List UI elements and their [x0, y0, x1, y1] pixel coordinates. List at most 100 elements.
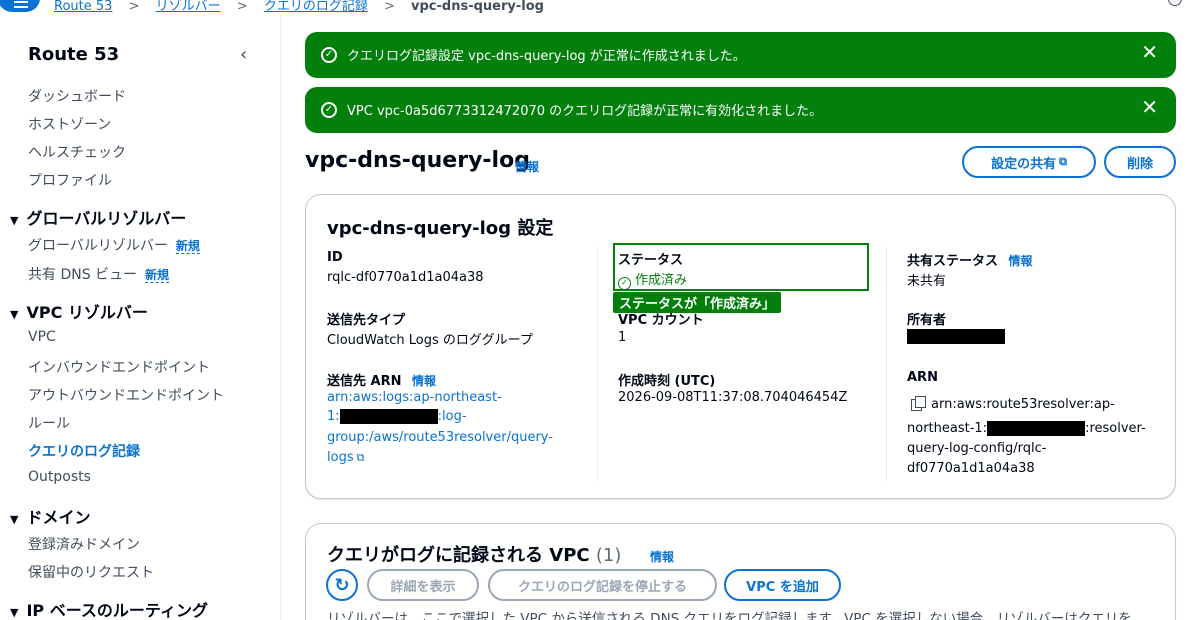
breadcrumb-resolver[interactable]: リゾルバー: [156, 0, 221, 14]
status-value: ✓ 作成済み: [618, 269, 687, 290]
info-icon[interactable]: [1168, 0, 1182, 6]
sidebar-item-outbound-endpoints[interactable]: アウトバウンドエンドポイント: [28, 385, 224, 405]
sidebar-section-ip-routing[interactable]: ▼ IP ベースのルーティング: [10, 597, 208, 620]
sidebar-item-global-resolver[interactable]: グローバルリゾルバー 新規: [28, 235, 200, 255]
info-link[interactable]: 情報: [1009, 254, 1033, 268]
sidebar-item-health-checks[interactable]: ヘルスチェック: [28, 142, 126, 162]
button-label: 設定の共有: [991, 156, 1057, 172]
column-divider: [597, 247, 598, 481]
breadcrumb-separator: >: [236, 0, 248, 14]
add-vpc-button[interactable]: VPC を追加: [724, 569, 841, 601]
arn-text: :log-: [437, 409, 467, 424]
delete-button[interactable]: 削除: [1104, 146, 1176, 178]
sidebar-item-label: グローバルリゾルバー: [28, 238, 168, 254]
id-value: rqlc-df0770a1d1a04a38: [327, 270, 484, 285]
close-icon[interactable]: ✕: [1141, 42, 1158, 62]
arn-text: northeast-1:: [907, 421, 988, 436]
sidebar-item-registered-domains[interactable]: 登録済みドメイン: [28, 534, 140, 554]
sidebar-item-inbound-endpoints[interactable]: インバウンドエンドポイント: [28, 357, 210, 377]
new-badge: 新規: [145, 268, 170, 283]
destination-arn-line1[interactable]: arn:aws:logs:ap-northeast-: [327, 390, 502, 405]
arn-text: logs: [327, 450, 354, 465]
destination-type-value: CloudWatch Logs のロググループ: [327, 333, 533, 348]
breadcrumb-query-logging[interactable]: クエリのログ記録: [264, 0, 368, 14]
sidebar-section-global-resolver[interactable]: ▼ グローバルリゾルバー: [10, 205, 186, 229]
info-link[interactable]: 情報: [515, 158, 539, 175]
created-time-label: 作成時刻 (UTC): [618, 374, 716, 389]
settings-card-title: vpc-dns-query-log 設定: [327, 218, 554, 239]
menu-icon[interactable]: [0, 0, 40, 12]
status-annotation-tag: ステータスが「作成済み」: [613, 292, 782, 313]
created-time-value: 2026-09-08T11:37:08.704046454Z: [618, 390, 848, 405]
sidebar-title: Route 53: [28, 44, 120, 65]
external-link-icon: ⧉: [1059, 155, 1067, 168]
external-link-icon: ⧉: [356, 451, 365, 464]
arn-text: :resolver-: [1085, 421, 1146, 436]
refresh-icon[interactable]: ↻: [326, 569, 358, 601]
label-text: 送信先 ARN: [327, 374, 402, 389]
check-circle-icon: ✓: [321, 47, 337, 63]
flash-message: クエリログ記録設定 vpc-dns-query-log が正常に作成されました。: [347, 49, 746, 64]
section-label: ドメイン: [26, 508, 91, 527]
sidebar-section-domains[interactable]: ▼ ドメイン: [10, 504, 90, 528]
info-link[interactable]: 情報: [412, 374, 436, 388]
share-config-button[interactable]: 設定の共有 ⧉: [962, 146, 1096, 178]
flash-message: VPC vpc-0a5d6773312472070 のクエリログ記録が正常に有効…: [347, 104, 823, 119]
status-label: ステータス: [618, 253, 684, 268]
info-link[interactable]: 情報: [650, 548, 674, 565]
arn-text: arn:aws:route53resolver:ap-: [931, 397, 1115, 412]
share-status-value: 未共有: [907, 274, 947, 289]
sidebar-item-profiles[interactable]: プロファイル: [28, 170, 112, 190]
vpc-section-description: リゾルバーは、ここで選択した VPC から送信される DNS クエリをログ記録し…: [327, 611, 1132, 620]
share-status-label: 共有ステータス 情報: [907, 250, 1033, 269]
breadcrumb-current: vpc-dns-query-log: [411, 0, 544, 14]
sidebar-item-query-logging[interactable]: クエリのログ記録: [28, 441, 140, 461]
destination-arn-line2[interactable]: 1::log-: [327, 409, 467, 424]
destination-type-label: 送信先タイプ: [327, 313, 406, 328]
section-label: VPC リゾルバー: [26, 303, 148, 322]
vpc-count: (1): [595, 545, 622, 566]
page-title: vpc-dns-query-log: [305, 148, 530, 173]
label-text: 共有ステータス: [907, 254, 999, 269]
top-navigation-bar: Route 53 > リゾルバー > クエリのログ記録 > vpc-dns-qu…: [0, 0, 1200, 14]
sidebar-item-vpc[interactable]: VPC: [28, 329, 56, 345]
breadcrumb-route53[interactable]: Route 53: [54, 0, 112, 14]
flash-success-config-created: ✓ クエリログ記録設定 vpc-dns-query-log が正常に作成されまし…: [305, 32, 1176, 78]
stop-query-logging-button[interactable]: クエリのログ記録を停止する: [488, 569, 717, 601]
check-circle-icon: ✓: [321, 102, 337, 118]
breadcrumb-separator: >: [128, 0, 140, 14]
arn-line2: northeast-1: :resolver-: [907, 421, 1146, 436]
title-text: クエリがログに記録される VPC: [327, 545, 590, 566]
sidebar-item-pending-requests[interactable]: 保留中のリクエスト: [28, 562, 154, 582]
vpc-count-value: 1: [618, 330, 627, 345]
sidebar-item-label: 共有 DNS ビュー: [28, 267, 138, 283]
breadcrumb: Route 53 > リゾルバー > クエリのログ記録 > vpc-dns-qu…: [54, 0, 544, 14]
arn-label: ARN: [907, 370, 938, 385]
copy-icon[interactable]: [911, 396, 926, 411]
status-text: 作成済み: [635, 273, 688, 288]
caret-down-icon: ▼: [10, 308, 19, 321]
breadcrumb-separator: >: [383, 0, 395, 14]
chevron-left-icon[interactable]: ‹: [240, 44, 247, 65]
sidebar-item-rules[interactable]: ルール: [28, 413, 70, 433]
logged-vpcs-card: クエリがログに記録される VPC (1) 情報 ↻ 詳細を表示 クエリのログ記録…: [305, 523, 1176, 620]
sidebar-item-hosted-zones[interactable]: ホストゾーン: [28, 114, 111, 134]
arn-line1: arn:aws:route53resolver:ap-: [911, 396, 1115, 412]
flash-success-logging-enabled: ✓ VPC vpc-0a5d6773312472070 のクエリログ記録が正常に…: [305, 87, 1176, 133]
sidebar: Route 53 ‹ ダッシュボード ホストゾーン ヘルスチェック プロファイル…: [0, 14, 281, 620]
close-icon[interactable]: ✕: [1141, 97, 1158, 117]
destination-arn-line4[interactable]: logs ⧉: [327, 450, 364, 465]
new-badge: 新規: [175, 239, 200, 254]
destination-arn-line3[interactable]: group:/aws/route53resolver/query-: [327, 430, 553, 445]
destination-arn-label: 送信先 ARN 情報: [327, 370, 436, 389]
view-details-button[interactable]: 詳細を表示: [367, 569, 479, 601]
sidebar-item-shared-dns-view[interactable]: 共有 DNS ビュー 新規: [28, 264, 170, 284]
caret-down-icon: ▼: [10, 606, 19, 619]
sidebar-section-vpc-resolver[interactable]: ▼ VPC リゾルバー: [10, 299, 148, 323]
sidebar-item-outposts[interactable]: Outposts: [28, 469, 91, 485]
redacted-block: [907, 329, 1005, 344]
arn-line4: df0770a1d1a04a38: [907, 461, 1035, 476]
sidebar-item-dashboard[interactable]: ダッシュボード: [28, 86, 126, 106]
logged-vpcs-title: クエリがログに記録される VPC (1): [327, 541, 621, 567]
owner-label: 所有者: [907, 313, 947, 328]
